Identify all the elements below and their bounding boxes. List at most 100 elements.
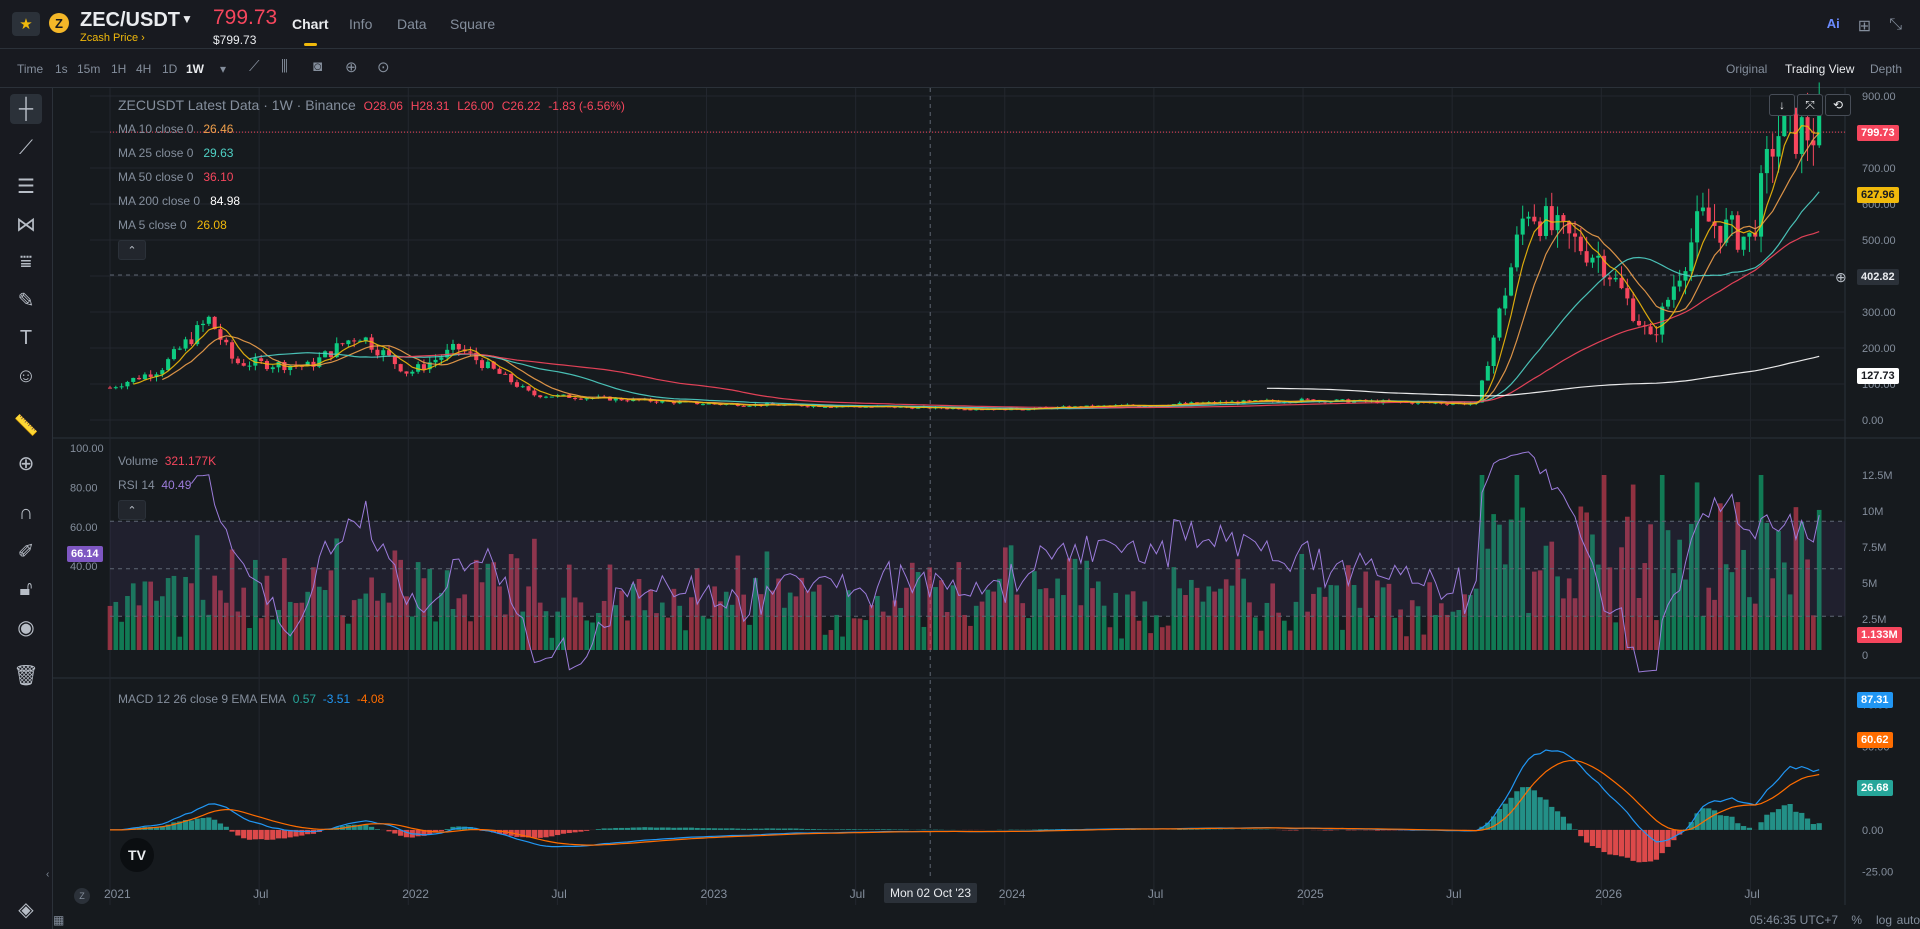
candle-body [1177, 402, 1182, 405]
macd-hist-bar [851, 829, 857, 830]
volume-bar [346, 623, 351, 650]
macd-hist-bar [444, 829, 450, 830]
macd-hist-bar [874, 829, 881, 830]
volume-bar [1305, 611, 1310, 650]
candle-body [1636, 320, 1642, 326]
macd [110, 749, 1822, 863]
price-tick: 300.00 [1862, 307, 1896, 319]
macd-legend: MACD 12 26 close 9 EMA EMA 0.57 -3.51 -4… [118, 692, 385, 706]
add-alert-icon[interactable]: ⊕ [1835, 269, 1847, 286]
candle-body [1596, 255, 1601, 258]
candle-body [1764, 148, 1769, 174]
volume-bar [747, 624, 752, 650]
candle-body [206, 316, 211, 324]
macd-hist-bar [694, 827, 700, 830]
volume-bars [107, 475, 1845, 650]
candle-body [1590, 257, 1595, 263]
macd-hist-bar [1787, 804, 1793, 830]
price-tick: 200.00 [1862, 343, 1896, 355]
macd-hist-bar [886, 829, 892, 830]
macd-hist-bar [438, 829, 444, 832]
scroll-down-icon[interactable]: ↓ [1769, 94, 1795, 116]
auto-toggle[interactable]: auto [1897, 913, 1920, 927]
macd-hist-bar [607, 828, 613, 830]
macd-hist-bar [1287, 829, 1293, 831]
volume-bar [596, 613, 601, 650]
volume-bar [1148, 633, 1153, 650]
macd-hist-bar [363, 824, 369, 830]
macd-hist-bar [531, 829, 538, 838]
ma-legend-2: MA 50 close 0 36.10 [118, 170, 233, 184]
macd-hist-bar [1293, 829, 1299, 831]
macd-hist-bar [1717, 815, 1723, 830]
panel-toggle-icon[interactable]: ‹ [46, 869, 49, 880]
macd-hist-bar [1793, 811, 1799, 830]
percent-toggle[interactable]: % [1851, 913, 1862, 927]
macd-hist-bar [246, 829, 253, 840]
macd-hist-bar [729, 828, 735, 830]
candle-body [468, 351, 473, 353]
fit-icon[interactable]: ⤧ [1797, 94, 1823, 116]
candle-body [514, 382, 519, 387]
candle-body [1718, 225, 1723, 243]
candle-body [433, 359, 438, 363]
volume-bar [502, 614, 508, 650]
time-tick: Jul [850, 887, 865, 901]
series-title: ZECUSDT Latest Data · 1W · Binance [118, 97, 356, 113]
macd-hist-bar [1700, 808, 1706, 830]
macd-tag-ema: 60.62 [1857, 732, 1893, 748]
macd-hist-bar [1520, 787, 1526, 830]
price-chart[interactable]: 900.00800.00700.00600.00500.00400.00300.… [0, 0, 1920, 929]
candle-body [1671, 286, 1676, 300]
volume-bar [543, 611, 549, 650]
macd-hist-bar [368, 826, 375, 830]
macd-hist-bar [688, 827, 694, 830]
macd-hist-bar [241, 829, 247, 839]
macd-hist-bar [781, 828, 787, 830]
ma-legend-1: MA 25 close 0 29.63 [118, 146, 233, 160]
candle-body [171, 349, 176, 360]
macd-hist-bar [834, 829, 840, 830]
volume-bar [270, 619, 276, 650]
volume-bar [840, 636, 845, 650]
price-tick: 0.00 [1862, 415, 1883, 427]
ma-legend-3: MA 200 close 0 84.98 [118, 194, 240, 208]
volume-bar [1136, 620, 1142, 650]
time-tick: 2024 [999, 887, 1026, 901]
macd-hist-bar [746, 828, 753, 830]
candle-body [1555, 215, 1560, 231]
candle-body [270, 367, 275, 370]
macd-hist-bar [374, 829, 381, 830]
candle-body [230, 342, 235, 359]
macd-hist-bar [270, 829, 276, 840]
timezone-icon[interactable]: Z [74, 888, 90, 904]
macd-hist-bar [584, 829, 590, 831]
macd-hist-bar [1566, 823, 1572, 830]
collapse-legend-button[interactable]: ⌃ [118, 240, 146, 260]
log-toggle[interactable]: log [1876, 913, 1892, 927]
macd-hist-bar [217, 823, 224, 830]
candle-body [166, 359, 171, 371]
macd-signal-line [110, 759, 1820, 846]
candle-body [578, 398, 583, 400]
candle-body [131, 377, 136, 382]
macd-hist-bar [1735, 823, 1741, 830]
candle-body [485, 361, 490, 369]
time-tick: 2025 [1297, 887, 1324, 901]
macd-hist-bar [700, 828, 706, 830]
candle-body [352, 340, 357, 342]
candle-body [1532, 216, 1537, 222]
ma-legend-label: MA 10 close 0 [118, 122, 194, 136]
reset-icon[interactable]: ⟲ [1825, 94, 1851, 116]
volume-bar [1107, 627, 1113, 650]
tradingview-logo-icon[interactable]: TV [120, 838, 154, 872]
candle-body [549, 396, 554, 398]
date-range-icon[interactable]: ▦ [53, 913, 64, 927]
volume-bar [247, 628, 252, 650]
macd-hist-bar [1613, 829, 1619, 856]
candle-body [421, 364, 426, 370]
collapse-rsi-button[interactable]: ⌃ [118, 500, 146, 520]
macd-hist-bar [868, 829, 875, 830]
volume-bar [1252, 617, 1258, 650]
candle-body [1549, 206, 1554, 231]
